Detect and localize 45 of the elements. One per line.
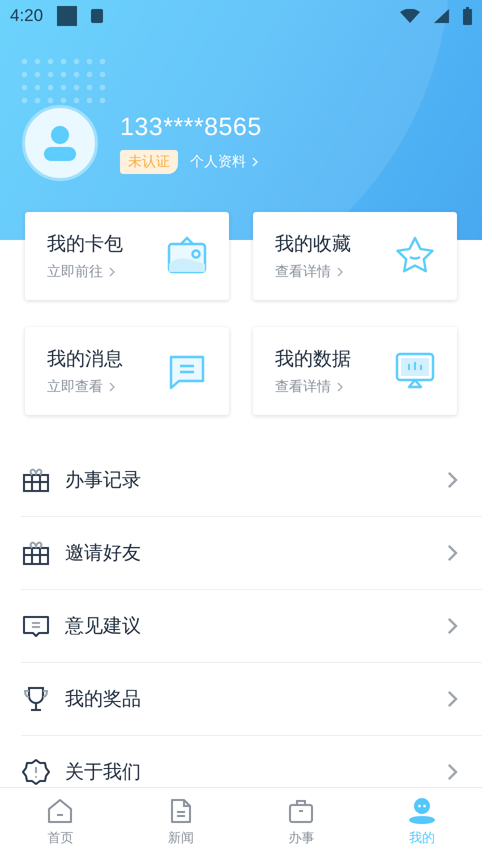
chevron-icon [337,382,343,392]
menu-item[interactable]: 办事记录 [21,444,482,517]
chevron-icon [109,267,115,277]
phone-number: 133****8565 [120,112,262,142]
chevron-icon [447,763,458,781]
verification-badge: 未认证 [120,150,178,174]
chevron-icon [447,617,458,635]
card-title: 我的卡包 [47,232,124,257]
card-subtitle: 立即查看 [47,378,103,396]
alert-icon [21,757,51,787]
chevron-icon [252,156,258,166]
menu-label: 邀请好友 [65,541,142,566]
chevron-icon [447,690,458,708]
menu-item[interactable]: 邀请好友 [21,517,482,590]
notification-icon [57,6,78,26]
shortcut-card[interactable]: 我的收藏 查看详情 [253,212,457,300]
chevron-icon [109,382,115,392]
person-icon [42,125,78,161]
menu-label: 办事记录 [65,468,142,493]
signal-icon [434,9,449,23]
wifi-icon [400,9,420,23]
battery-icon [463,7,472,25]
shortcut-card[interactable]: 我的消息 立即查看 [25,327,229,415]
menu-label: 我的奖品 [65,687,142,712]
card-title: 我的数据 [275,347,352,372]
trophy-icon [21,684,51,714]
app-notification-icon [91,9,104,23]
card-title: 我的收藏 [275,232,352,257]
briefcase-icon [287,797,316,825]
menu-label: 关于我们 [65,760,142,785]
shortcut-card[interactable]: 我的数据 查看详情 [253,327,457,415]
status-time: 4:20 [10,6,44,26]
card-subtitle: 查看详情 [275,263,331,281]
card-title: 我的消息 [47,347,124,372]
card-subtitle: 查看详情 [275,378,331,396]
menu-item[interactable]: 意见建议 [21,590,482,663]
card-subtitle: 立即前往 [47,263,103,281]
person-icon [408,797,436,825]
chevron-icon [337,267,343,277]
chevron-icon [447,471,458,489]
chevron-icon [447,544,458,562]
home-icon [46,797,74,825]
menu-label: 意见建议 [65,614,142,639]
menu-item[interactable]: 我的奖品 [21,663,482,736]
shortcut-card[interactable]: 我的卡包 立即前往 [25,212,229,300]
